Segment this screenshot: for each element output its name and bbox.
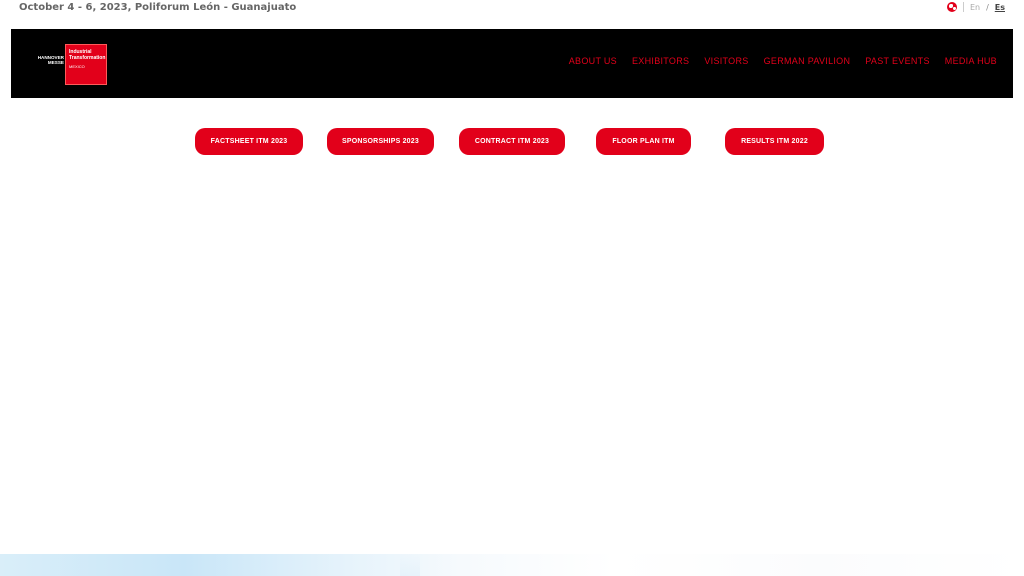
top-bar: October 4 - 6, 2023, Poliforum León - Gu… xyxy=(0,0,1024,18)
language-es-link[interactable]: Es xyxy=(995,3,1005,12)
factsheet-button[interactable]: FACTSHEET ITM 2023 xyxy=(195,128,303,155)
bottom-banner-strip xyxy=(0,554,1024,576)
hannover-messe-logo: HANNOVER MESSE xyxy=(30,55,64,65)
nav-item-past-events[interactable]: PAST EVENTS xyxy=(865,56,930,66)
nav-item-about-us[interactable]: ABOUT US xyxy=(569,56,617,66)
language-switcher: En / Es xyxy=(946,2,1005,12)
site-logo[interactable]: HANNOVER MESSE Industrial Transformation… xyxy=(30,44,108,86)
quick-links: FACTSHEET ITM 2023 SPONSORSHIPS 2023 CON… xyxy=(0,128,1024,155)
results-button[interactable]: RESULTS ITM 2022 xyxy=(725,128,824,155)
language-separator: / xyxy=(986,2,989,12)
main-nav: ABOUT US EXHIBITORS VISITORS GERMAN PAVI… xyxy=(569,56,997,66)
nav-item-media-hub[interactable]: MEDIA HUB xyxy=(945,56,997,66)
itm-logo-line3: MEXICO xyxy=(69,64,85,69)
nav-item-german-pavilion[interactable]: GERMAN PAVILION xyxy=(764,56,851,66)
globe-icon[interactable] xyxy=(946,2,957,12)
itm-logo-box: Industrial Transformation MEXICO xyxy=(65,44,107,85)
sponsorships-button[interactable]: SPONSORSHIPS 2023 xyxy=(327,128,434,155)
contract-button[interactable]: CONTRACT ITM 2023 xyxy=(459,128,565,155)
language-divider xyxy=(962,2,964,12)
language-en-link[interactable]: En xyxy=(970,3,980,12)
nav-item-exhibitors[interactable]: EXHIBITORS xyxy=(632,56,689,66)
nav-item-visitors[interactable]: VISITORS xyxy=(704,56,748,66)
site-header: HANNOVER MESSE Industrial Transformation… xyxy=(11,29,1013,98)
itm-logo-line2: Transformation xyxy=(69,55,106,61)
event-date-text: October 4 - 6, 2023, Poliforum León - Gu… xyxy=(19,2,297,13)
floor-plan-button[interactable]: FLOOR PLAN ITM xyxy=(596,128,691,155)
hm-logo-line2: MESSE xyxy=(47,60,64,65)
